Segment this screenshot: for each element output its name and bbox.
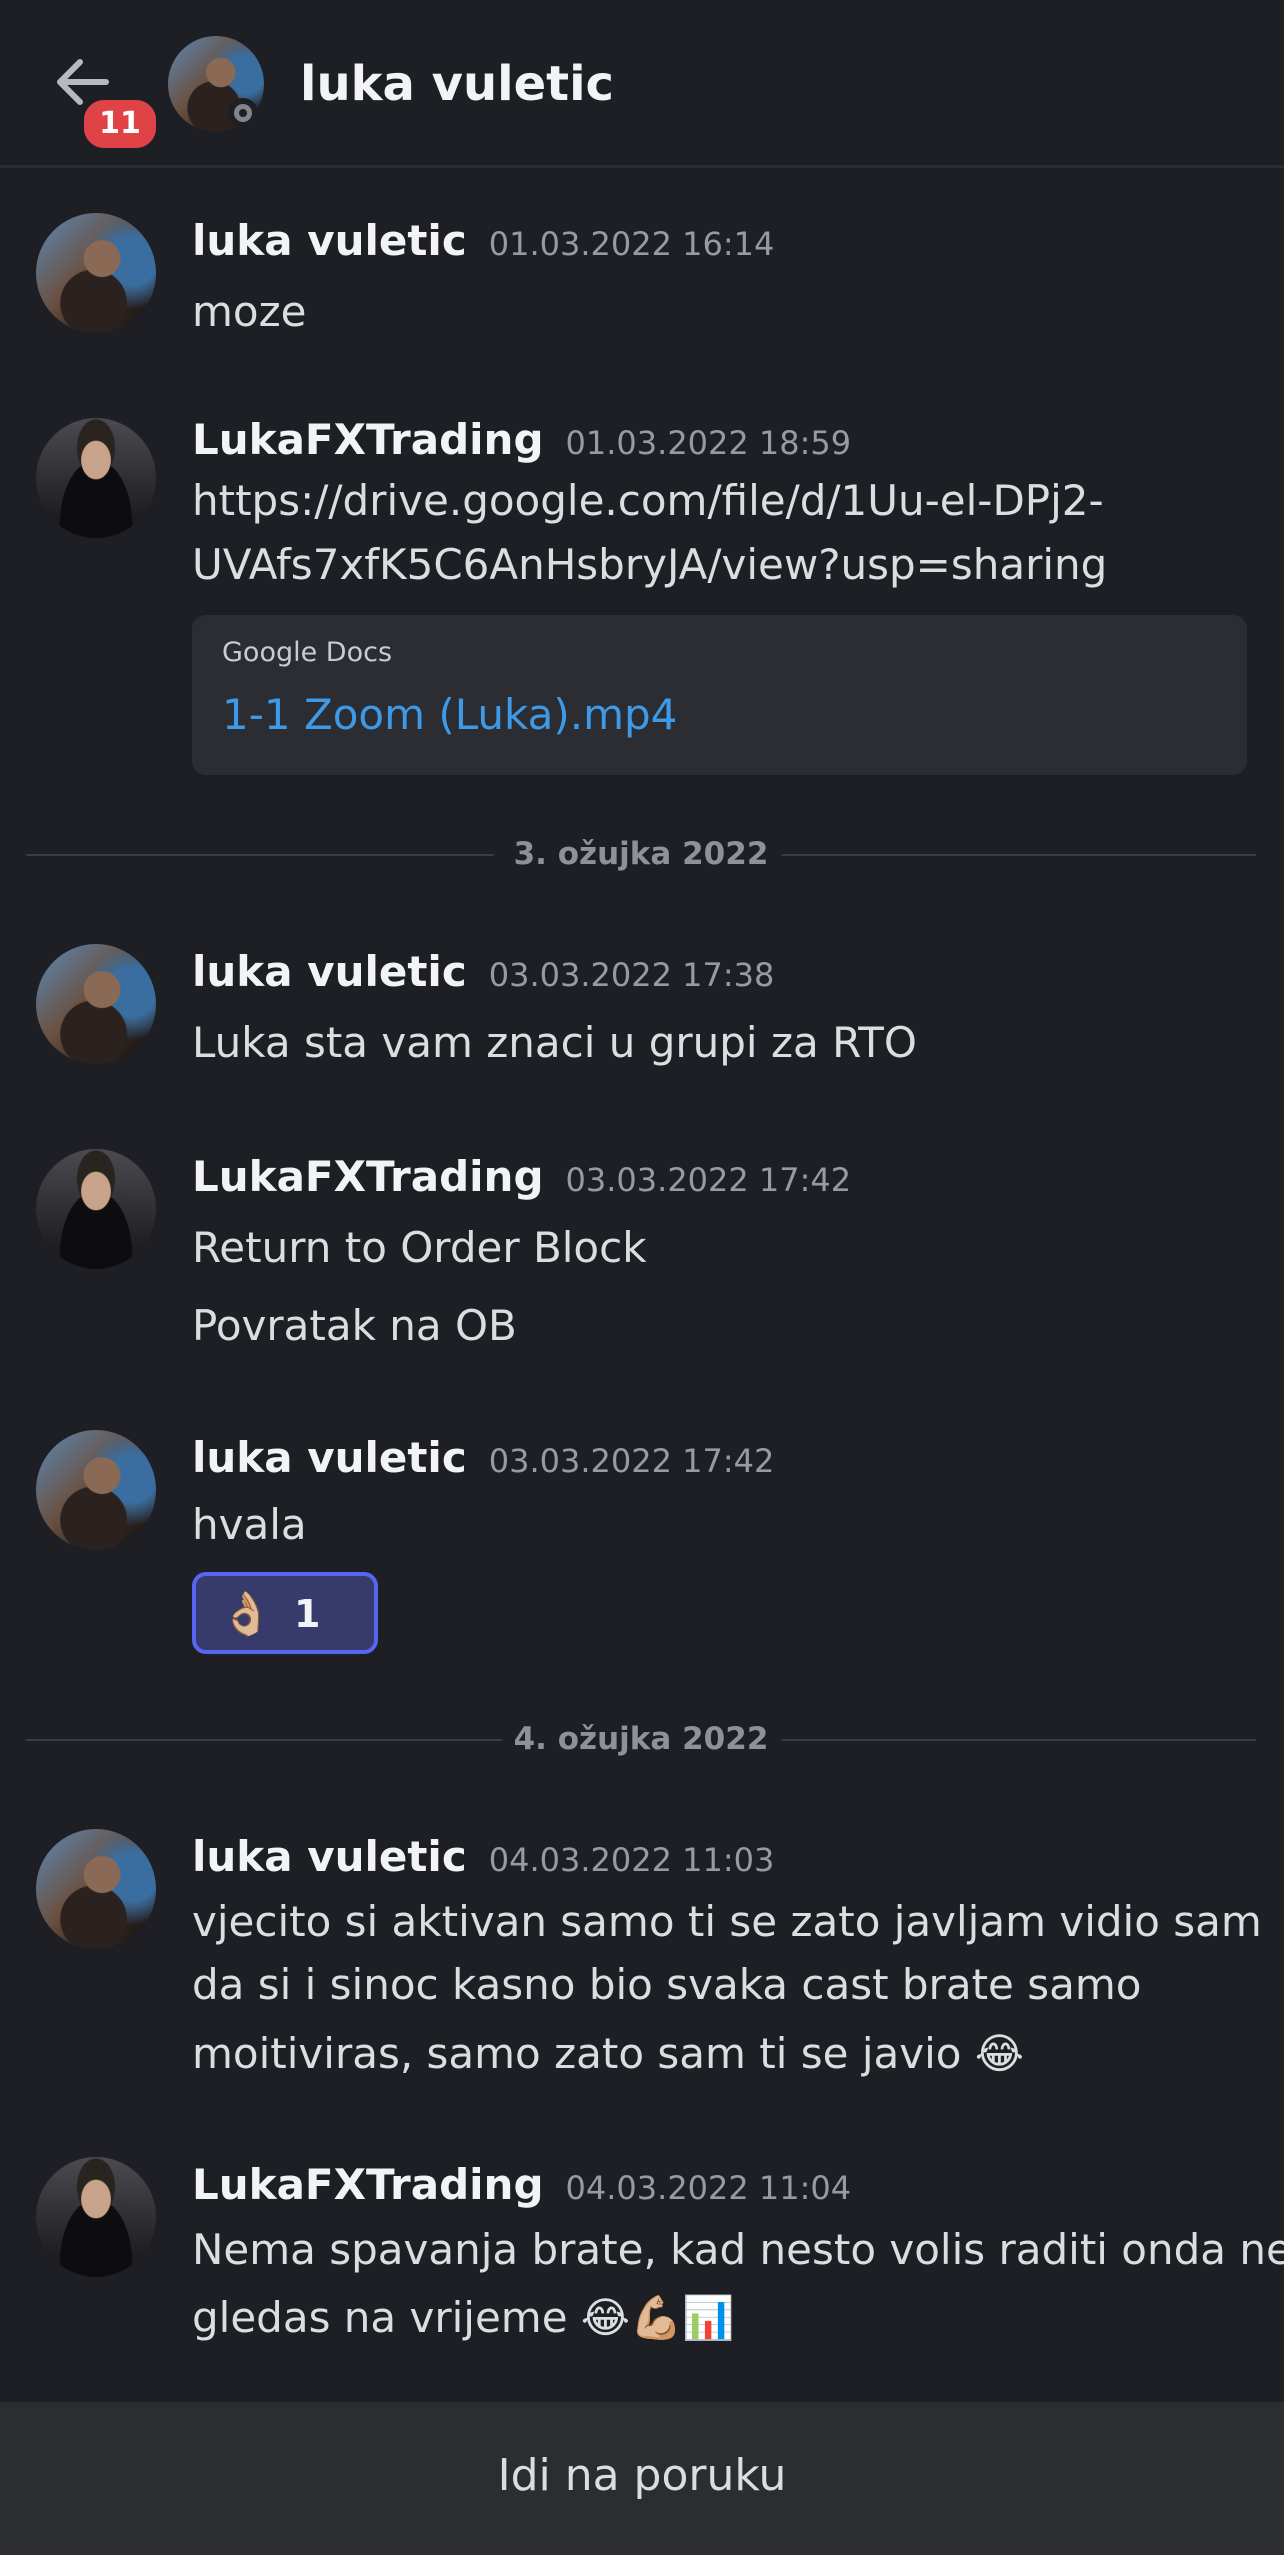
- message-text: Povratak na OB: [192, 1301, 517, 1350]
- embed-title[interactable]: 1-1 Zoom (Luka).mp4: [222, 687, 677, 743]
- author-name[interactable]: luka vuletic: [192, 1832, 467, 1881]
- avatar[interactable]: [36, 213, 156, 333]
- date-divider: 3. ožujka 2022: [26, 834, 1256, 874]
- jump-to-message-button[interactable]: Idi na poruku: [0, 2446, 1284, 2506]
- timestamp: 01.03.2022 16:14: [488, 225, 775, 263]
- timestamp: 03.03.2022 17:42: [565, 1161, 852, 1199]
- page-title[interactable]: luka vuletic: [300, 52, 614, 116]
- message-text: moitiviras, samo zato sam ti se javio 😂: [192, 2029, 1024, 2078]
- message-text: Return to Order Block: [192, 1223, 647, 1272]
- avatar[interactable]: [36, 418, 156, 538]
- author-name[interactable]: luka vuletic: [192, 216, 467, 265]
- date-divider-label: 4. ožujka 2022: [513, 1721, 769, 1757]
- avatar[interactable]: [36, 1430, 156, 1550]
- timestamp: 04.03.2022 11:03: [488, 1841, 775, 1879]
- timestamp: 03.03.2022 17:38: [488, 956, 775, 994]
- jump-to-message-bar[interactable]: Idi na poruku: [0, 2402, 1284, 2555]
- embed-provider: Google Docs: [222, 637, 393, 668]
- reaction-button[interactable]: 👌🏼 1: [192, 1572, 378, 1654]
- avatar[interactable]: [36, 944, 156, 1064]
- author-name[interactable]: luka vuletic: [192, 947, 467, 996]
- message-link[interactable]: UVAfs7xfK5C6AnHsbryJA/view?usp=sharing: [192, 534, 1107, 596]
- ok-hand-icon: 👌🏼: [220, 1589, 273, 1638]
- message-text: hvala: [192, 1500, 307, 1549]
- message-text: da si i sinoc kasno bio svaka cast brate…: [192, 1960, 1142, 2009]
- message-text: gledas na vrijeme 😂💪🏼📊: [192, 2293, 735, 2342]
- reaction-count: 1: [294, 1592, 321, 1636]
- avatar[interactable]: [36, 1149, 156, 1269]
- timestamp: 03.03.2022 17:42: [488, 1442, 775, 1480]
- dm-header: 11 luka vuletic: [0, 0, 1284, 168]
- timestamp: 01.03.2022 18:59: [565, 424, 852, 462]
- message-text: vjecito si aktivan samo ti se zato javlj…: [192, 1897, 1262, 1946]
- offline-status-icon: [228, 98, 258, 128]
- message-text: Nema spavanja brate, kad nesto volis rad…: [192, 2225, 1284, 2274]
- date-divider-label: 3. ožujka 2022: [513, 836, 769, 872]
- author-name[interactable]: LukaFXTrading: [192, 415, 544, 464]
- link-embed: Google Docs 1-1 Zoom (Luka).mp4: [192, 615, 1247, 775]
- timestamp: 04.03.2022 11:04: [565, 2169, 852, 2207]
- message-text: moze: [192, 287, 307, 336]
- avatar[interactable]: [36, 2157, 156, 2277]
- author-name[interactable]: luka vuletic: [192, 1433, 467, 1482]
- date-divider: 4. ožujka 2022: [26, 1719, 1256, 1759]
- avatar[interactable]: [36, 1829, 156, 1949]
- message-link[interactable]: https://drive.google.com/file/d/1Uu-el-D…: [192, 470, 1104, 532]
- author-name[interactable]: LukaFXTrading: [192, 1152, 544, 1201]
- unread-badge: 11: [80, 96, 160, 152]
- author-name[interactable]: LukaFXTrading: [192, 2160, 544, 2209]
- message-text: Luka sta vam znaci u grupi za RTO: [192, 1018, 917, 1067]
